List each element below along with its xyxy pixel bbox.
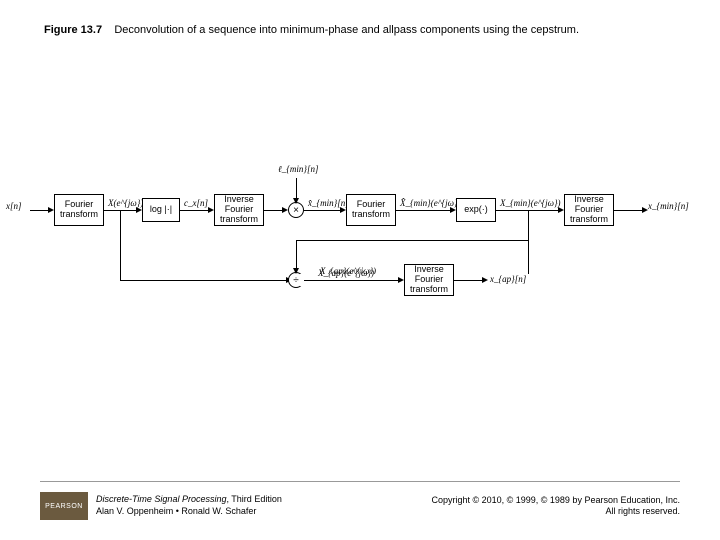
book-edition: , Third Edition (226, 494, 281, 504)
figure-caption-text: Deconvolution of a sequence into minimum… (114, 24, 579, 36)
wire (296, 240, 529, 241)
rights-text: All rights reserved. (431, 506, 680, 518)
copyright-block: Copyright © 2010, © 1999, © 1989 by Pear… (431, 495, 680, 518)
book-authors: Alan V. Oppenheim • Ronald W. Schafer (96, 506, 282, 518)
arrow-icon (293, 268, 299, 274)
book-title: Discrete-Time Signal Processing (96, 494, 226, 504)
footer-divider (40, 481, 680, 482)
wire (528, 210, 529, 240)
figure-number: Figure 13.7 (44, 24, 102, 36)
signal-xapn: x_{ap}[n] (490, 274, 526, 284)
publisher-block: PEARSON Discrete-Time Signal Processing,… (40, 492, 282, 520)
block-inverse-fourier-3: Inverse Fourier transform (404, 264, 454, 296)
wire (304, 280, 400, 281)
book-info: Discrete-Time Signal Processing, Third E… (96, 494, 282, 517)
pearson-logo: PEARSON (40, 492, 88, 520)
wire (454, 280, 484, 281)
block-diagram-lower: X_{ap}(e^{jω}) Inverse Fourier transform… (0, 170, 720, 330)
copyright-text: Copyright © 2010, © 1999, © 1989 by Pear… (431, 495, 680, 507)
arrow-icon (482, 277, 488, 283)
signal-Xapejw-2: X_{ap}(e^{jω}) (318, 268, 374, 278)
figure-caption: Figure 13.7 Deconvolution of a sequence … (44, 24, 579, 36)
